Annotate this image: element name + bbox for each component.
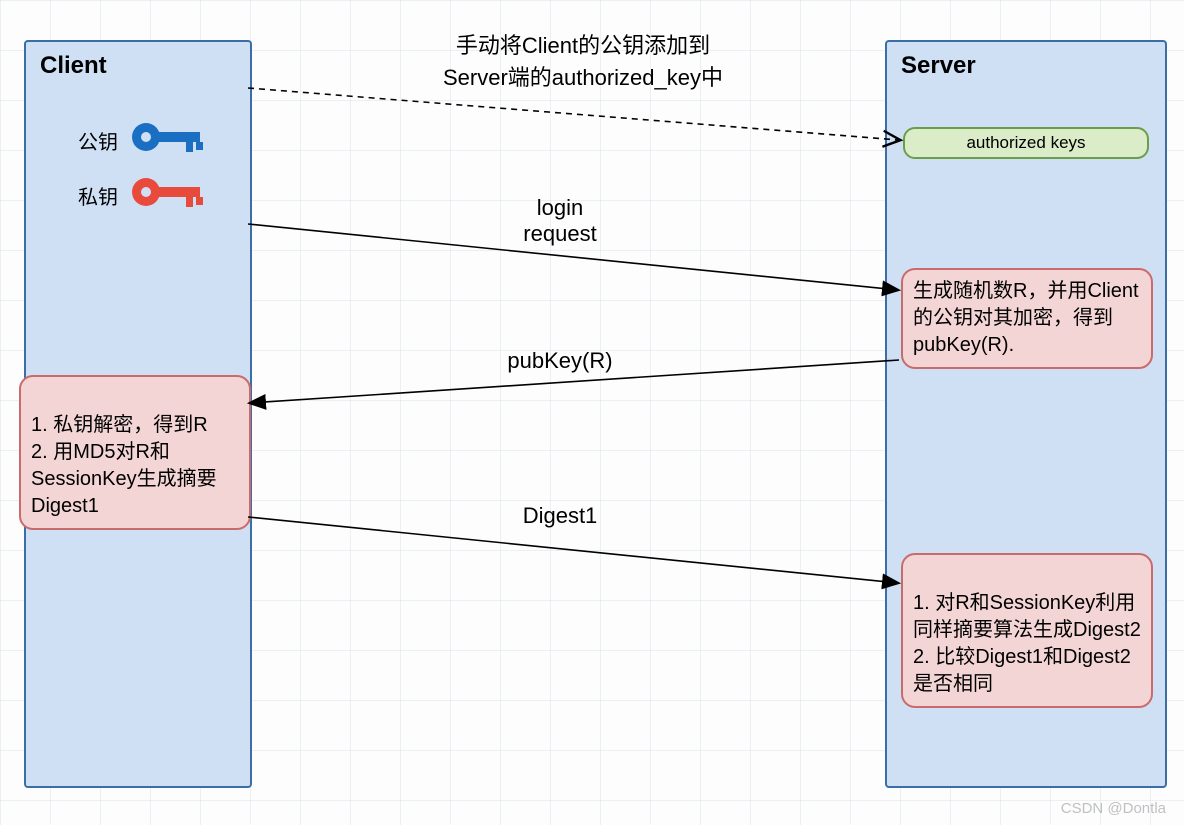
pubkey-r-label: pubKey(R) (480, 348, 640, 374)
authorized-keys-box: authorized keys (903, 127, 1149, 159)
server-verify-text: 1. 对R和SessionKey利用同样摘要算法生成Digest2 2. 比较D… (913, 592, 1141, 695)
manual-add-annotation: 手动将Client的公钥添加到 Server端的authorized_key中 (378, 28, 788, 92)
client-title: Client (26, 42, 250, 90)
private-key-icon (128, 172, 206, 218)
digest1-label: Digest1 (495, 503, 625, 529)
authorized-keys-label: authorized keys (966, 133, 1085, 152)
server-gen-r-text: 生成随机数R，并用Client的公钥对其加密，得到pubKey(R). (913, 280, 1139, 356)
client-decrypt-text: 1. 私钥解密，得到R 2. 用MD5对R和SessionKey生成摘要Dige… (31, 414, 217, 517)
public-key-label: 公钥 (78, 126, 118, 155)
watermark: CSDN @Dontla (1061, 800, 1166, 817)
public-key-row: 公钥 (78, 117, 206, 163)
private-key-label: 私钥 (78, 181, 118, 210)
private-key-row: 私钥 (78, 172, 206, 218)
server-verify-step: 1. 对R和SessionKey利用同样摘要算法生成Digest2 2. 比较D… (901, 553, 1153, 708)
client-decrypt-step: 1. 私钥解密，得到R 2. 用MD5对R和SessionKey生成摘要Dige… (19, 375, 251, 530)
public-key-icon (128, 117, 206, 163)
login-request-label: login request (490, 195, 630, 247)
server-gen-r-step: 生成随机数R，并用Client的公钥对其加密，得到pubKey(R). (901, 268, 1153, 369)
server-title: Server (887, 42, 1165, 90)
